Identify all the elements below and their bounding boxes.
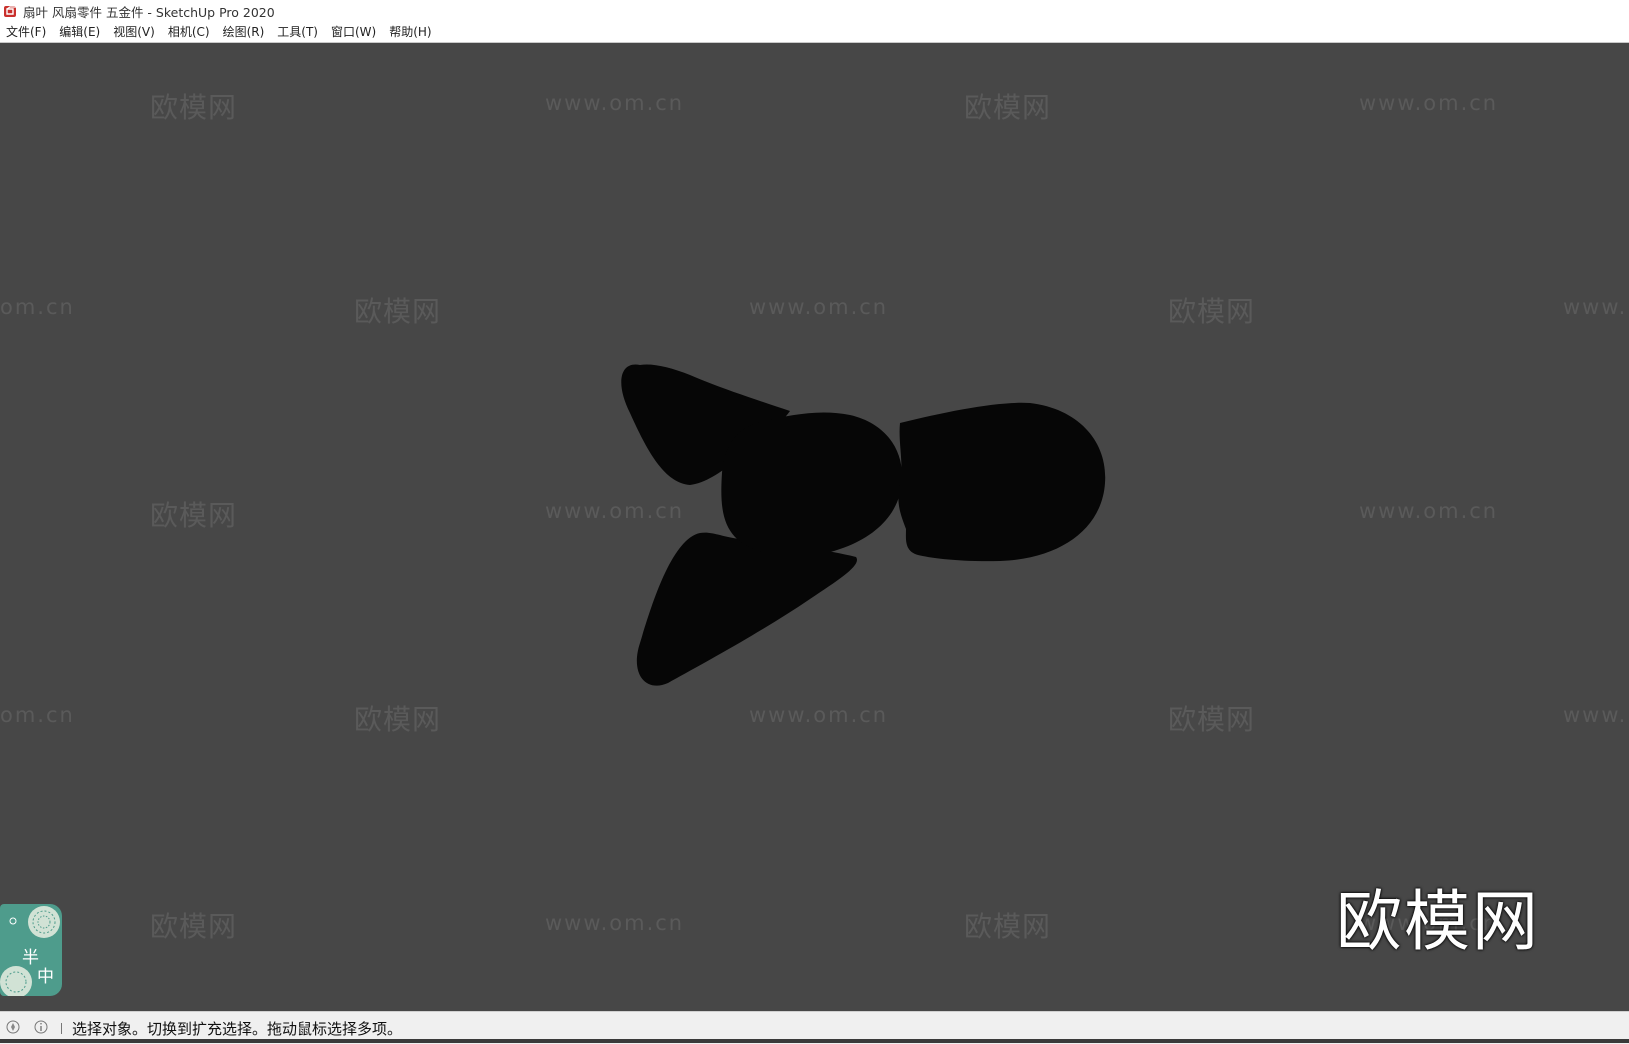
fan-blade-model[interactable] <box>0 43 1629 1011</box>
menu-camera[interactable]: 相机(C) <box>162 22 217 42</box>
title-bar: 扇叶 风扇零件 五金件 - SketchUp Pro 2020 <box>0 0 1629 22</box>
window-bottom-edge <box>0 1039 1629 1043</box>
menu-view[interactable]: 视图(V) <box>107 22 162 42</box>
badge-char: 中 <box>37 967 54 987</box>
drawing-viewport[interactable]: 欧模网 www.om.cn 欧模网 www.om.cn om.cn 欧模网 ww… <box>0 43 1629 1011</box>
menu-draw[interactable]: 绘图(R) <box>217 22 272 42</box>
sketchup-logo-icon <box>4 6 16 17</box>
geo-location-icon[interactable] <box>6 1020 20 1034</box>
info-icon[interactable] <box>34 1020 48 1034</box>
window-title: 扇叶 风扇零件 五金件 - SketchUp Pro 2020 <box>23 4 275 20</box>
watermark-logo-large: 欧模网 <box>1336 883 1540 960</box>
decorative-badge: 半 中 <box>0 904 62 996</box>
menu-help[interactable]: 帮助(H) <box>383 22 438 42</box>
menu-file[interactable]: 文件(F) <box>0 22 53 42</box>
status-separator <box>61 1023 62 1034</box>
menu-edit[interactable]: 编辑(E) <box>53 22 107 42</box>
status-message: 选择对象。切换到扩充选择。拖动鼠标选择多项。 <box>72 1020 403 1038</box>
menu-window[interactable]: 窗口(W) <box>325 22 383 42</box>
menu-tools[interactable]: 工具(T) <box>271 22 325 42</box>
menu-bar: 文件(F) 编辑(E) 视图(V) 相机(C) 绘图(R) 工具(T) 窗口(W… <box>0 22 1629 43</box>
